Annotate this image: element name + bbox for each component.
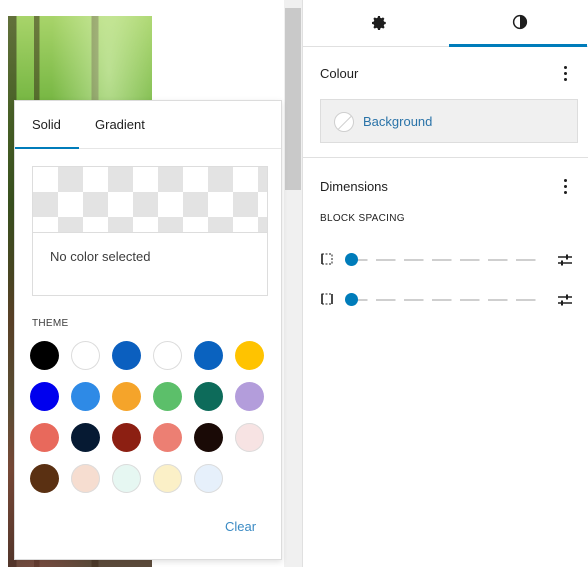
color-swatch[interactable]	[235, 423, 264, 452]
color-swatch[interactable]	[30, 341, 59, 370]
color-swatch[interactable]	[235, 341, 264, 370]
color-swatch[interactable]	[194, 341, 223, 370]
color-swatch[interactable]	[112, 423, 141, 452]
horizontal-spacing-control	[320, 290, 576, 310]
transparency-checkerboard	[33, 167, 267, 233]
colour-panel-title: Colour	[320, 66, 359, 81]
sliders-icon[interactable]	[556, 292, 574, 308]
contrast-icon	[512, 14, 528, 30]
color-preview: No color selected	[32, 166, 268, 296]
panel-divider	[303, 157, 588, 158]
color-preview-text: No color selected	[50, 249, 151, 264]
tab-styles[interactable]	[449, 0, 588, 47]
color-swatch[interactable]	[30, 464, 59, 493]
color-swatch[interactable]	[153, 464, 182, 493]
empty-color-indicator-icon	[334, 112, 354, 132]
vertical-spacing-icon	[321, 253, 333, 265]
colour-options-button[interactable]	[557, 64, 573, 82]
color-swatch[interactable]	[194, 464, 223, 493]
editor-canvas: Solid Gradient No color selected THEME C…	[0, 0, 302, 567]
color-swatch[interactable]	[71, 464, 100, 493]
background-label: Background	[363, 114, 433, 129]
sliders-icon[interactable]	[556, 252, 574, 268]
horizontal-spacing-slider-track[interactable]	[348, 299, 544, 301]
vertical-spacing-control	[320, 250, 576, 270]
vertical-spacing-slider-thumb[interactable]	[345, 253, 358, 266]
kebab-dot	[564, 72, 567, 75]
active-sidebar-tab-indicator	[449, 44, 587, 47]
color-swatch[interactable]	[112, 464, 141, 493]
tab-settings[interactable]	[307, 0, 447, 47]
tab-gradient[interactable]: Gradient	[95, 117, 145, 132]
clear-button[interactable]: Clear	[225, 519, 256, 534]
block-spacing-heading: BLOCK SPACING	[320, 213, 405, 224]
horizontal-spacing-icon	[321, 293, 333, 305]
color-swatch[interactable]	[71, 382, 100, 411]
color-swatch[interactable]	[30, 382, 59, 411]
color-swatch[interactable]	[71, 341, 100, 370]
color-swatch[interactable]	[112, 382, 141, 411]
dimensions-options-button[interactable]	[557, 177, 573, 195]
kebab-dot	[564, 185, 567, 188]
block-settings-sidebar: Colour Background Dimensions BLOCK SPACI…	[302, 0, 588, 567]
vertical-spacing-slider-track[interactable]	[348, 259, 544, 261]
sidebar-tabs	[303, 0, 588, 47]
kebab-dot	[564, 66, 567, 69]
dimensions-panel-title: Dimensions	[320, 179, 388, 194]
gear-icon	[372, 16, 386, 30]
color-swatch[interactable]	[71, 423, 100, 452]
background-color-button[interactable]: Background	[320, 99, 578, 143]
tab-solid[interactable]: Solid	[32, 117, 61, 132]
color-swatch[interactable]	[153, 341, 182, 370]
canvas-scrollbar-thumb[interactable]	[285, 8, 301, 190]
color-swatch[interactable]	[153, 382, 182, 411]
color-type-tabs: Solid Gradient	[15, 101, 281, 149]
horizontal-spacing-slider-thumb[interactable]	[345, 293, 358, 306]
active-tab-indicator	[15, 147, 79, 149]
color-swatch[interactable]	[194, 382, 223, 411]
kebab-dot	[564, 179, 567, 182]
color-swatch[interactable]	[153, 423, 182, 452]
kebab-dot	[564, 191, 567, 194]
color-swatch[interactable]	[194, 423, 223, 452]
color-picker-popover: Solid Gradient No color selected THEME C…	[14, 100, 282, 560]
theme-palette-heading: THEME	[32, 318, 69, 329]
color-swatch[interactable]	[30, 423, 59, 452]
kebab-dot	[564, 78, 567, 81]
color-swatch[interactable]	[112, 341, 141, 370]
color-swatch[interactable]	[235, 382, 264, 411]
